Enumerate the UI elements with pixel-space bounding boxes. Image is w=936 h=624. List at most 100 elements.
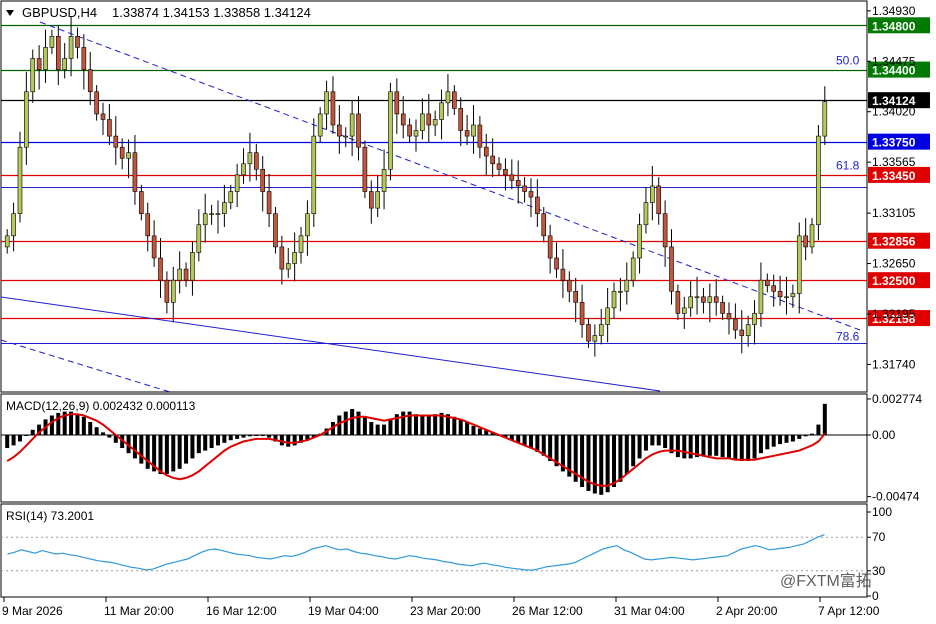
candle-body <box>784 296 789 299</box>
macd-bar <box>228 435 233 441</box>
candle-body <box>43 47 48 70</box>
macd-bar <box>81 416 86 435</box>
candle-body <box>151 235 157 259</box>
macd-bar <box>158 435 163 474</box>
fib-label: 50.0 <box>836 53 860 67</box>
candle-body <box>796 235 802 294</box>
candle-body <box>87 69 93 93</box>
price-badge-label: 1.33750 <box>872 136 916 150</box>
candle-body <box>100 113 106 120</box>
price-chart[interactable]: 1.348001.344001.341241.337501.334501.328… <box>0 0 936 624</box>
candle-body <box>107 119 112 137</box>
candle-body <box>266 191 272 214</box>
macd-axis-ticks: 0.002774 0.00 -0.00474 <box>867 392 922 504</box>
macd-bar <box>714 435 719 456</box>
candle-body <box>733 318 738 331</box>
time-tick-label: 26 Mar 12:00 <box>512 604 583 618</box>
candle-body <box>228 191 234 203</box>
macd-bar <box>241 435 246 438</box>
candle-body <box>452 91 457 109</box>
candle-body <box>688 296 693 309</box>
macd-bar <box>656 435 661 446</box>
macd-bar <box>803 435 808 437</box>
candle-body <box>483 146 489 157</box>
macd-bar <box>49 415 54 435</box>
macd-bar <box>637 435 642 459</box>
rsi-tick-label: 0 <box>872 589 879 603</box>
macd-bar <box>5 435 10 448</box>
candle-body <box>215 213 221 215</box>
candle-body <box>75 36 80 48</box>
macd-bar <box>784 435 789 443</box>
macd-bar <box>618 435 623 482</box>
candle-body <box>305 213 310 237</box>
macd-bar <box>433 414 438 435</box>
candle-body <box>24 91 29 148</box>
candle-body <box>126 152 131 159</box>
candle-body <box>567 279 572 292</box>
macd-bar <box>624 435 629 474</box>
macd-bar <box>822 403 827 435</box>
macd-bar <box>765 435 770 450</box>
macd-tick-label: -0.00474 <box>872 490 920 504</box>
candle-body <box>17 146 23 214</box>
macd-bar <box>164 435 169 474</box>
time-tick-label: 7 Apr 12:00 <box>818 604 880 618</box>
candle-body <box>522 185 527 192</box>
macd-bar <box>107 435 112 438</box>
macd-bar <box>707 435 712 456</box>
time-tick-label: 16 Mar 12:00 <box>206 604 277 618</box>
candle-body <box>426 113 432 126</box>
macd-bar <box>401 411 406 435</box>
candle-body <box>113 135 119 148</box>
candle-body <box>254 152 259 170</box>
candle-body <box>605 307 610 325</box>
macd-bar <box>267 435 272 438</box>
candle-body <box>368 191 374 209</box>
macd-bar <box>471 425 476 435</box>
candle-body <box>394 91 400 115</box>
time-tick-label: 11 Mar 20:00 <box>104 604 174 618</box>
candle-body <box>413 130 419 137</box>
candle-body <box>554 257 559 270</box>
macd-bar <box>190 435 195 459</box>
candle-body <box>209 213 214 215</box>
candle-body <box>279 246 285 270</box>
macd-bar <box>733 435 738 460</box>
candle-body <box>94 91 99 115</box>
macd-bar <box>145 435 150 469</box>
macd-bar <box>196 435 201 454</box>
price-tick-label: 1.32650 <box>872 257 916 271</box>
candle-body <box>55 36 61 70</box>
macd-bar <box>94 427 99 435</box>
ohlc-values: 1.33874 1.34153 1.33858 1.34124 <box>112 5 311 20</box>
candle-body <box>183 268 189 281</box>
macd-bar <box>356 411 361 435</box>
price-badge-label: 1.34800 <box>872 19 916 33</box>
macd-tick-label: 0.002774 <box>872 392 922 406</box>
macd-bar <box>752 435 757 459</box>
candle-body <box>317 113 323 137</box>
candle-body <box>311 135 317 214</box>
candle-body <box>541 213 547 237</box>
candle-body <box>477 124 483 148</box>
candle-body <box>720 302 725 314</box>
time-axis: 9 Mar 2026 11 Mar 20:00 16 Mar 12:00 19 Mar… <box>2 597 880 618</box>
candle-body <box>464 130 470 137</box>
candle-body <box>145 213 151 237</box>
price-badge-label: 1.33450 <box>872 169 916 183</box>
price-axis-ticks: 1.34930 1.34475 1.34020 1.33565 1.33105 1.326… <box>867 4 916 371</box>
macd-bar <box>458 419 463 435</box>
candle-body <box>822 101 828 137</box>
macd-bar <box>184 435 189 464</box>
price-tick-label: 1.34475 <box>872 54 916 68</box>
candle-body <box>726 313 732 320</box>
candle-body <box>624 279 630 292</box>
candle-body <box>535 196 540 214</box>
rsi-tick-label: 100 <box>872 505 892 519</box>
candle-body <box>68 36 74 59</box>
macd-bar <box>388 419 393 435</box>
candle-body <box>439 102 444 120</box>
candle-body <box>630 257 636 281</box>
candle-body <box>202 213 208 226</box>
